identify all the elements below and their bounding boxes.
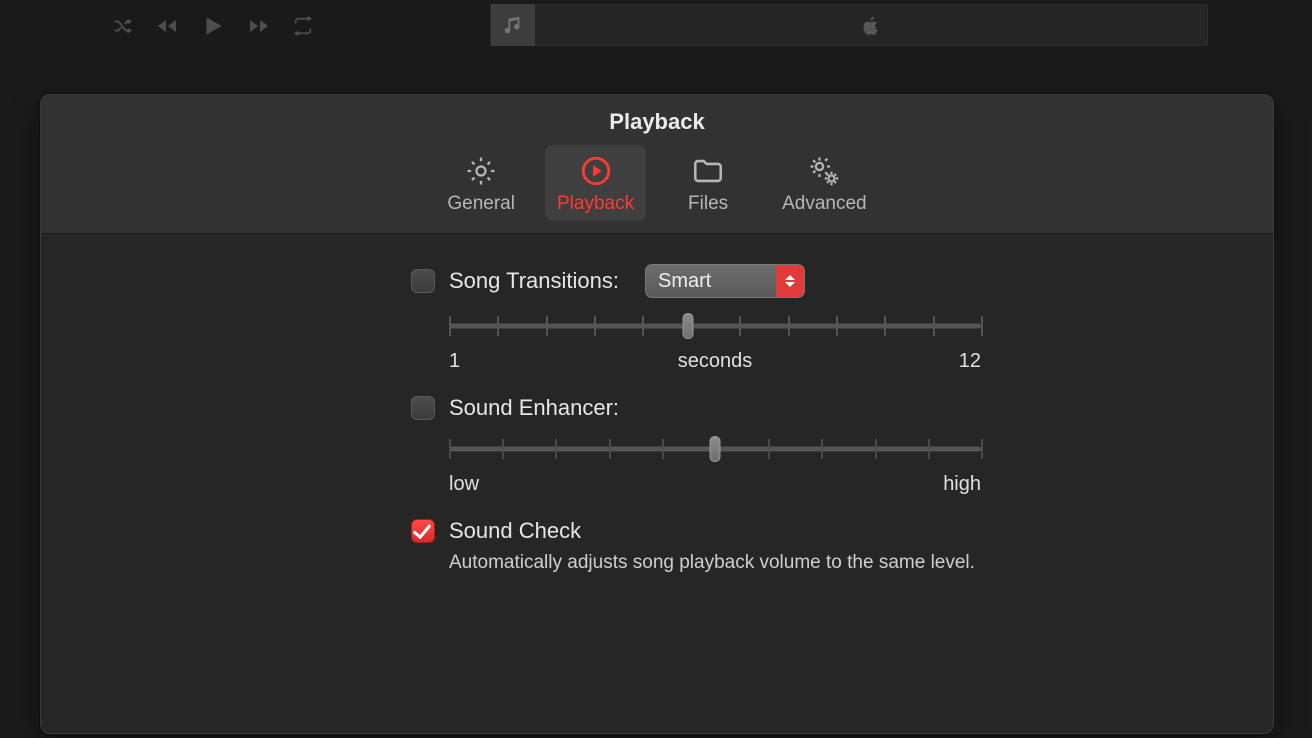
row-sound-check: Sound Check xyxy=(411,518,1233,544)
sound-enhancer-slider[interactable] xyxy=(449,435,981,463)
chevron-updown-icon xyxy=(776,265,804,297)
sound-check-checkbox[interactable] xyxy=(411,519,435,543)
tab-label: Files xyxy=(688,193,728,215)
sound-enhancer-label: Sound Enhancer: xyxy=(449,395,619,421)
section-sound-check: Sound Check Automatically adjusts song p… xyxy=(411,518,1233,574)
song-transitions-slider-block: 1 seconds 12 xyxy=(411,312,981,373)
slider-labels: 1 seconds 12 xyxy=(449,350,981,373)
music-note-icon xyxy=(491,4,535,46)
forward-icon[interactable] xyxy=(246,13,272,39)
song-transitions-checkbox[interactable] xyxy=(411,269,435,293)
play-circle-icon xyxy=(578,153,614,189)
slider-max: 12 xyxy=(941,350,981,373)
panel-header: Playback General Playback xyxy=(41,95,1273,234)
sound-check-description: Automatically adjusts song playback volu… xyxy=(449,552,1233,574)
row-song-transitions: Song Transitions: Smart xyxy=(411,264,1233,298)
sound-enhancer-slider-block: low high xyxy=(411,435,981,496)
rewind-icon[interactable] xyxy=(154,13,180,39)
app-toolbar xyxy=(0,0,1312,52)
tab-label: Advanced xyxy=(782,193,867,215)
gears-icon xyxy=(806,153,842,189)
slider-high: high xyxy=(941,473,981,496)
song-transitions-label: Song Transitions: xyxy=(449,268,619,294)
tab-advanced[interactable]: Advanced xyxy=(770,145,879,221)
tabbar: General Playback Files xyxy=(41,145,1273,233)
song-transitions-slider[interactable] xyxy=(449,312,981,340)
section-song-transitions: Song Transitions: Smart 1 seconds xyxy=(411,264,1233,373)
slider-labels: low high xyxy=(449,473,981,496)
shuffle-icon[interactable] xyxy=(110,13,136,39)
tab-files[interactable]: Files xyxy=(664,145,752,221)
select-value: Smart xyxy=(646,270,776,293)
tab-label: General xyxy=(447,193,515,215)
song-transitions-select[interactable]: Smart xyxy=(645,264,805,298)
folder-icon xyxy=(690,153,726,189)
row-sound-enhancer: Sound Enhancer: xyxy=(411,395,1233,421)
preferences-panel: Playback General Playback xyxy=(40,94,1274,734)
sound-check-label: Sound Check xyxy=(449,518,581,544)
repeat-icon[interactable] xyxy=(290,13,316,39)
section-sound-enhancer: Sound Enhancer: low high xyxy=(411,395,1233,496)
apple-logo-icon xyxy=(535,14,1207,36)
play-icon[interactable] xyxy=(198,11,228,41)
slider-low: low xyxy=(449,473,489,496)
tab-general[interactable]: General xyxy=(435,145,527,221)
tab-playback[interactable]: Playback xyxy=(545,145,646,221)
panel-body: Song Transitions: Smart 1 seconds xyxy=(41,234,1273,608)
slider-min: 1 xyxy=(449,350,489,373)
sound-enhancer-checkbox[interactable] xyxy=(411,396,435,420)
panel-title: Playback xyxy=(41,109,1273,135)
slider-unit: seconds xyxy=(489,350,941,373)
tab-label: Playback xyxy=(557,193,634,215)
gear-icon xyxy=(463,153,499,189)
lcd-display xyxy=(490,4,1208,46)
transport-controls xyxy=(110,11,316,41)
